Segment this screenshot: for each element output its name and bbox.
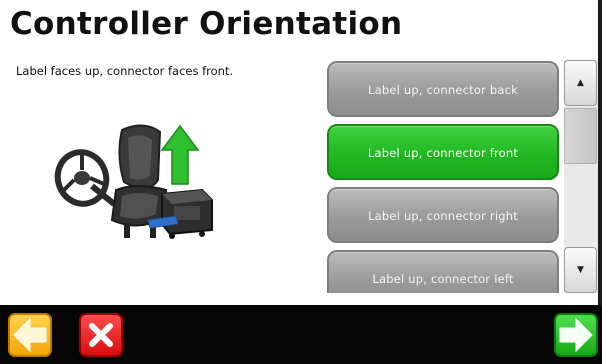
arrow-up-icon — [160, 124, 200, 185]
scroll-thumb[interactable] — [564, 108, 597, 164]
option-label-up-connector-front[interactable]: Label up, connector front — [327, 124, 559, 180]
steering-wheel-icon — [54, 149, 116, 207]
chevron-down-icon: ▼ — [577, 265, 584, 275]
option-label: Label up, connector left — [372, 272, 514, 286]
option-label-up-connector-left[interactable]: Label up, connector left — [327, 250, 559, 293]
option-label: Label up, connector back — [368, 83, 518, 97]
orientation-option-list: Label up, connector back Label up, conne… — [326, 58, 562, 293]
scroll-up-button[interactable]: ▲ — [564, 60, 597, 106]
navigation-bar — [0, 305, 602, 364]
option-label: Label up, connector front — [367, 146, 519, 160]
page-title: Controller Orientation — [10, 6, 403, 42]
chevron-up-icon: ▲ — [577, 78, 584, 88]
option-scrollbar[interactable]: ▲ ▼ — [564, 60, 598, 293]
next-button[interactable] — [554, 313, 598, 357]
option-label-up-connector-right[interactable]: Label up, connector right — [327, 187, 559, 243]
cancel-button[interactable] — [79, 313, 123, 357]
close-icon — [89, 323, 113, 347]
main-panel: Controller Orientation Label faces up, c… — [0, 0, 602, 305]
option-label: Label up, connector right — [368, 209, 518, 223]
orientation-description: Label faces up, connector faces front. — [16, 64, 234, 78]
seat-steering-controller-illustration — [54, 124, 213, 239]
arrow-right-icon — [559, 317, 593, 353]
back-button[interactable] — [8, 313, 52, 357]
scroll-down-button[interactable]: ▼ — [564, 247, 597, 293]
option-label-up-connector-back[interactable]: Label up, connector back — [327, 61, 559, 117]
arrow-left-icon — [13, 317, 47, 353]
